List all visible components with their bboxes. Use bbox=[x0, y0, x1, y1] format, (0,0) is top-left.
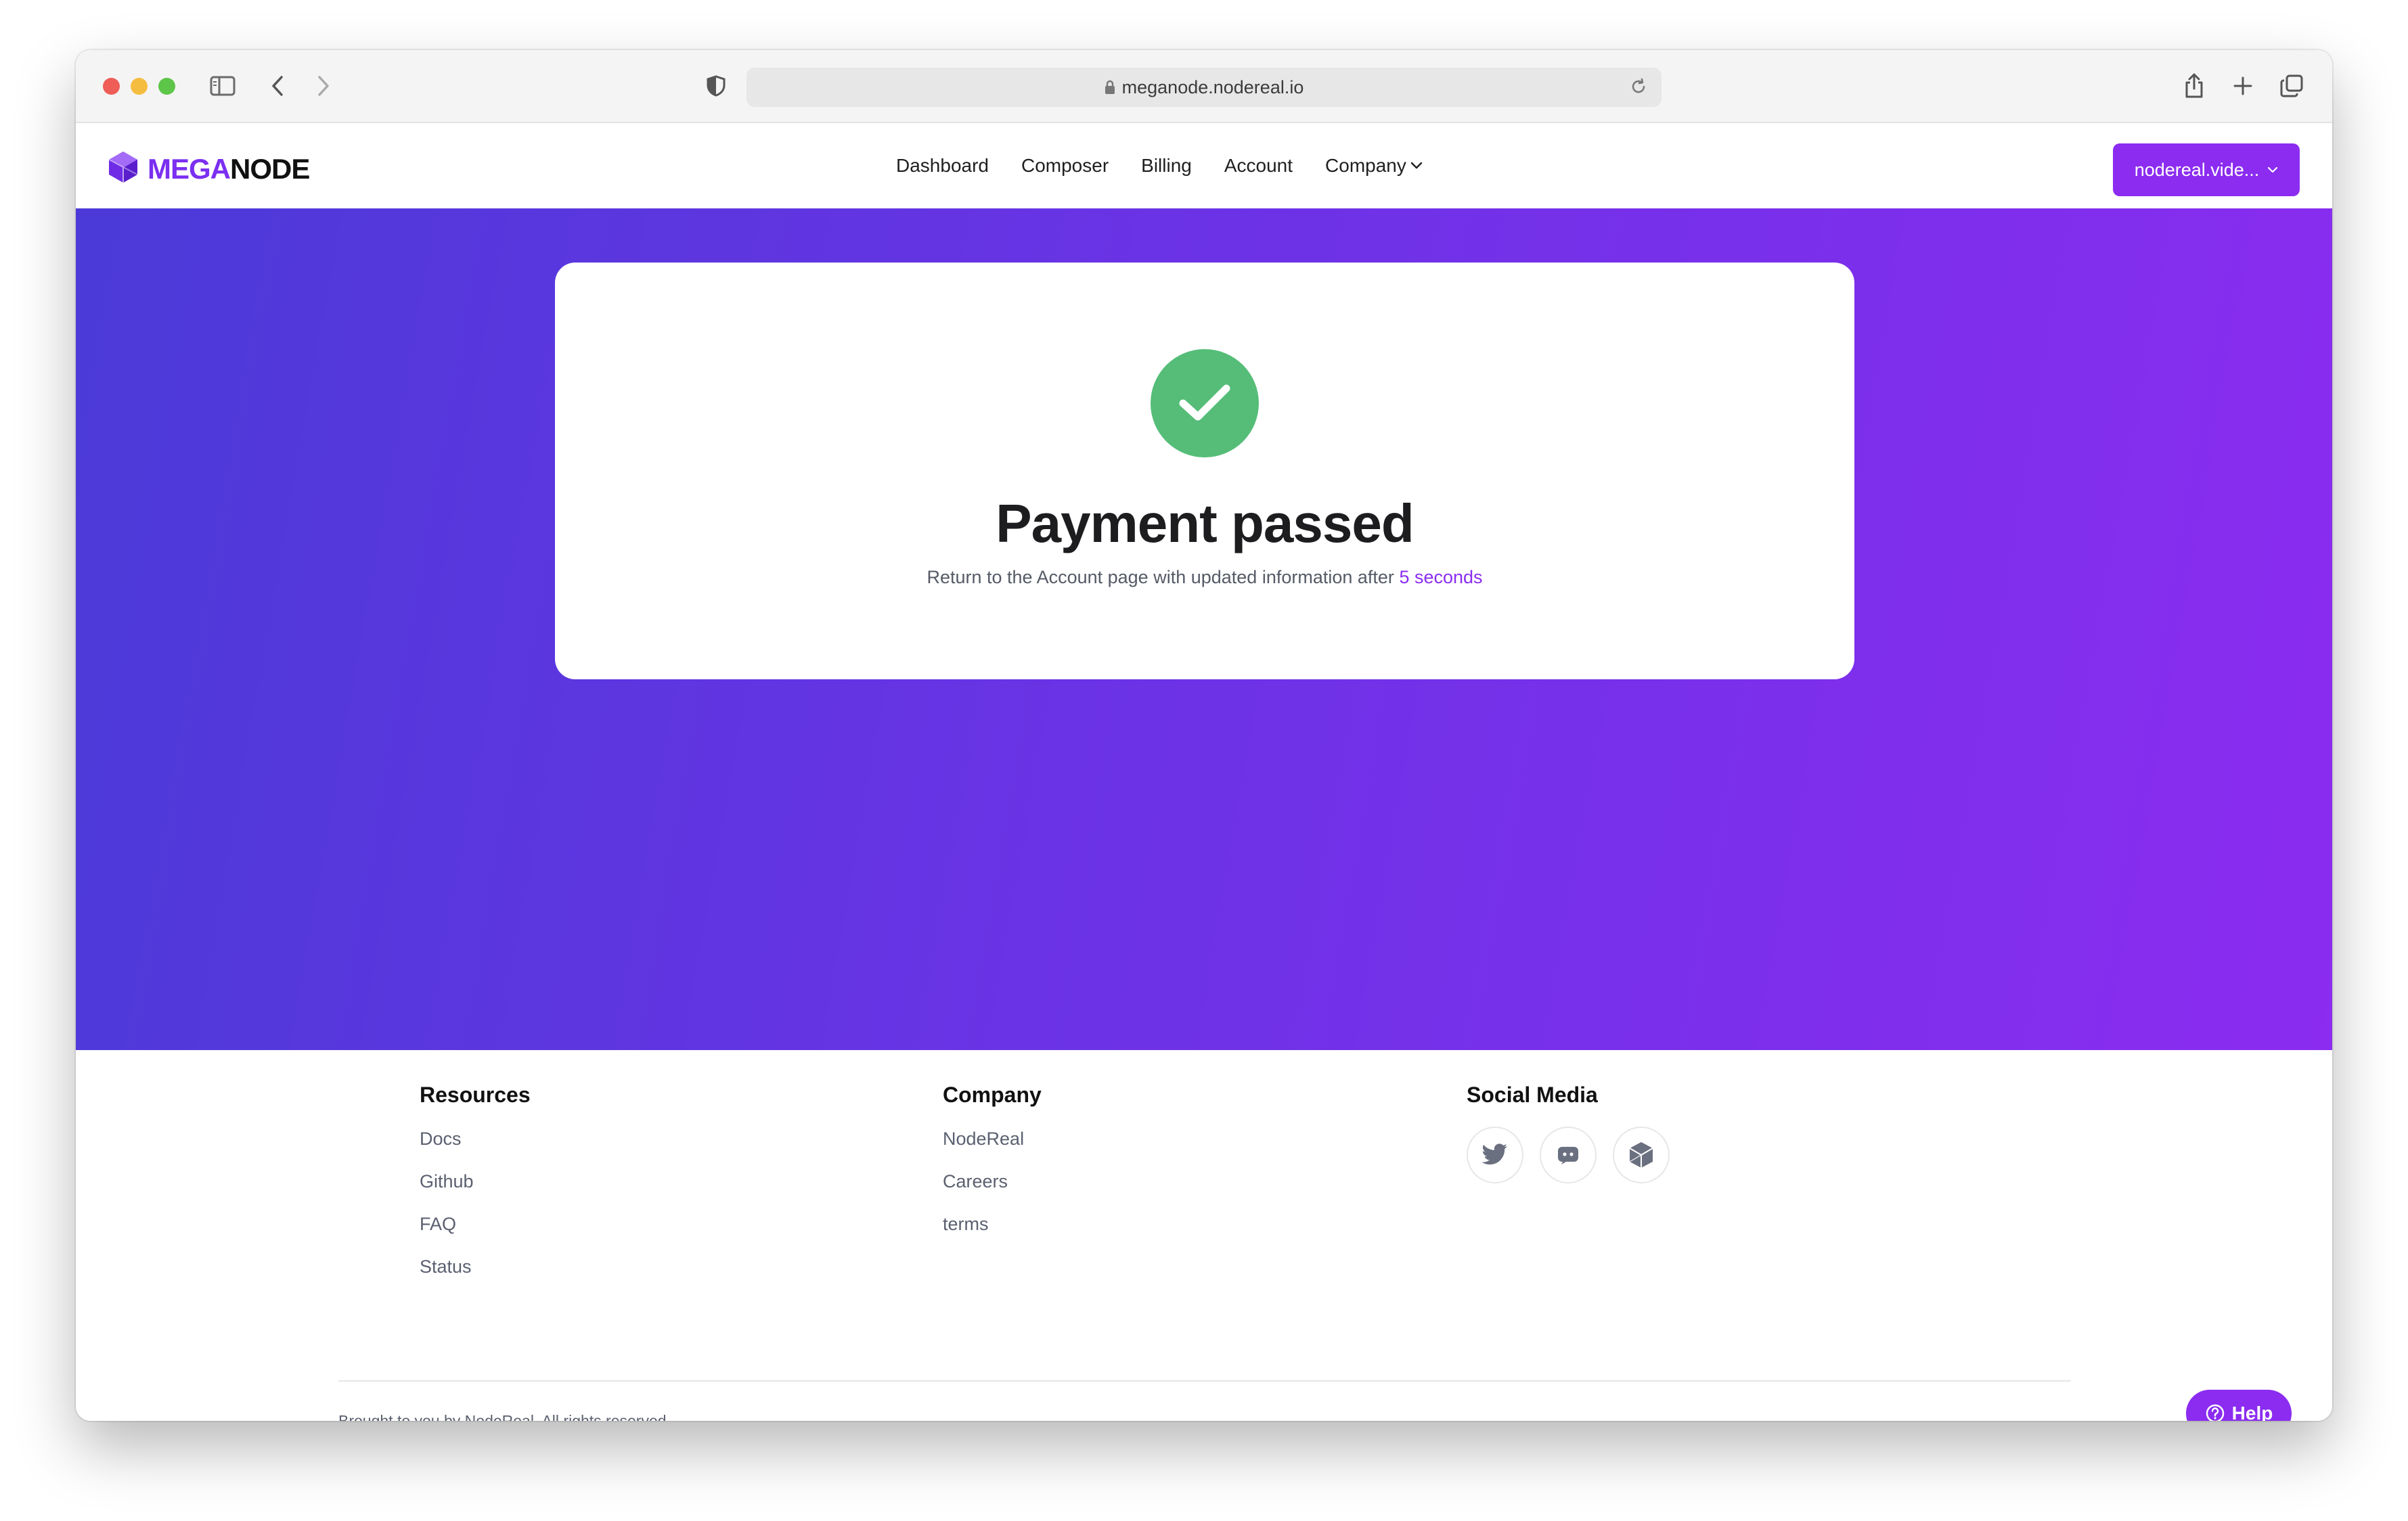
nav-company-label: Company bbox=[1325, 155, 1406, 176]
account-email: nodereal.vide... bbox=[2134, 159, 2260, 180]
footer-resources: Resources Docs Github FAQ Status bbox=[420, 1083, 531, 1297]
hero-section: Payment passed Return to the Account pag… bbox=[76, 208, 2332, 1050]
discord-icon[interactable] bbox=[1540, 1127, 1597, 1183]
redirect-message: Return to the Account page with updated … bbox=[555, 567, 1854, 588]
forward-icon[interactable] bbox=[310, 70, 337, 101]
nav-dashboard[interactable]: Dashboard bbox=[896, 155, 989, 177]
footer-link-status[interactable]: Status bbox=[420, 1254, 531, 1297]
site-header: MEGANODE Dashboard Composer Billing Acco… bbox=[76, 123, 2332, 208]
footer-company-title: Company bbox=[943, 1083, 1042, 1107]
share-icon[interactable] bbox=[2181, 70, 2208, 101]
help-label: Help bbox=[2231, 1403, 2273, 1421]
footer-link-nodereal[interactable]: NodeReal bbox=[943, 1127, 1042, 1169]
lock-icon bbox=[1105, 80, 1115, 95]
success-check-icon bbox=[1151, 349, 1259, 457]
footer-link-github[interactable]: Github bbox=[420, 1169, 531, 1212]
nodereal-icon[interactable] bbox=[1613, 1127, 1670, 1183]
footer-company: Company NodeReal Careers terms bbox=[943, 1083, 1042, 1254]
url-text: meganode.nodereal.io bbox=[1121, 76, 1304, 97]
meganode-cube-icon bbox=[107, 150, 139, 187]
browser-toolbar: meganode.nodereal.io bbox=[76, 50, 2332, 123]
footer-link-docs[interactable]: Docs bbox=[420, 1127, 531, 1169]
nav-composer[interactable]: Composer bbox=[1021, 155, 1109, 177]
reload-icon[interactable] bbox=[1629, 77, 1648, 101]
site-footer: Resources Docs Github FAQ Status Company… bbox=[76, 1050, 2332, 1421]
logo-node-text: NODE bbox=[230, 152, 310, 185]
meganode-logo[interactable]: MEGANODE bbox=[107, 150, 310, 187]
question-circle-icon bbox=[2205, 1403, 2225, 1421]
payment-status-title: Payment passed bbox=[996, 493, 1414, 553]
social-links bbox=[1467, 1127, 1670, 1183]
account-menu-button[interactable]: nodereal.vide... bbox=[2113, 143, 2300, 196]
close-window-button[interactable] bbox=[103, 78, 120, 95]
address-bar[interactable]: meganode.nodereal.io bbox=[746, 68, 1662, 107]
new-tab-icon[interactable] bbox=[2229, 70, 2256, 101]
footer-social-title: Social Media bbox=[1467, 1083, 1598, 1107]
main-nav: Dashboard Composer Billing Account Compa… bbox=[896, 123, 1423, 208]
help-button[interactable]: Help bbox=[2186, 1390, 2292, 1421]
footer-social: Social Media bbox=[1467, 1083, 1670, 1183]
nav-company[interactable]: Company bbox=[1325, 155, 1423, 177]
privacy-shield-icon[interactable] bbox=[703, 70, 730, 101]
footer-link-careers[interactable]: Careers bbox=[943, 1169, 1042, 1212]
browser-window: meganode.nodereal.io MEGANODE Dashboard … bbox=[76, 50, 2332, 1421]
chevron-down-icon bbox=[1410, 162, 1423, 170]
nav-billing[interactable]: Billing bbox=[1141, 155, 1192, 177]
back-icon[interactable] bbox=[264, 70, 291, 101]
redirect-countdown: 5 seconds bbox=[1399, 567, 1483, 587]
chevron-down-icon bbox=[2267, 166, 2278, 173]
sidebar-toggle-icon[interactable] bbox=[207, 70, 238, 101]
footer-resources-title: Resources bbox=[420, 1083, 531, 1107]
footer-divider bbox=[338, 1380, 2071, 1382]
footer-link-faq[interactable]: FAQ bbox=[420, 1212, 531, 1254]
zoom-window-button[interactable] bbox=[158, 78, 175, 95]
footer-link-terms[interactable]: terms bbox=[943, 1212, 1042, 1254]
copyright-text: Brought to you by NodeReal. All rights r… bbox=[338, 1412, 671, 1421]
logo-wordmark: MEGANODE bbox=[148, 152, 310, 185]
logo-mega-text: MEGA bbox=[148, 152, 231, 185]
nav-account[interactable]: Account bbox=[1224, 155, 1293, 177]
redirect-message-text: Return to the Account page with updated … bbox=[927, 567, 1394, 587]
minimize-window-button[interactable] bbox=[131, 78, 148, 95]
twitter-icon[interactable] bbox=[1467, 1127, 1523, 1183]
payment-result-card: Payment passed Return to the Account pag… bbox=[555, 263, 1854, 679]
tab-overview-icon[interactable] bbox=[2278, 70, 2305, 101]
